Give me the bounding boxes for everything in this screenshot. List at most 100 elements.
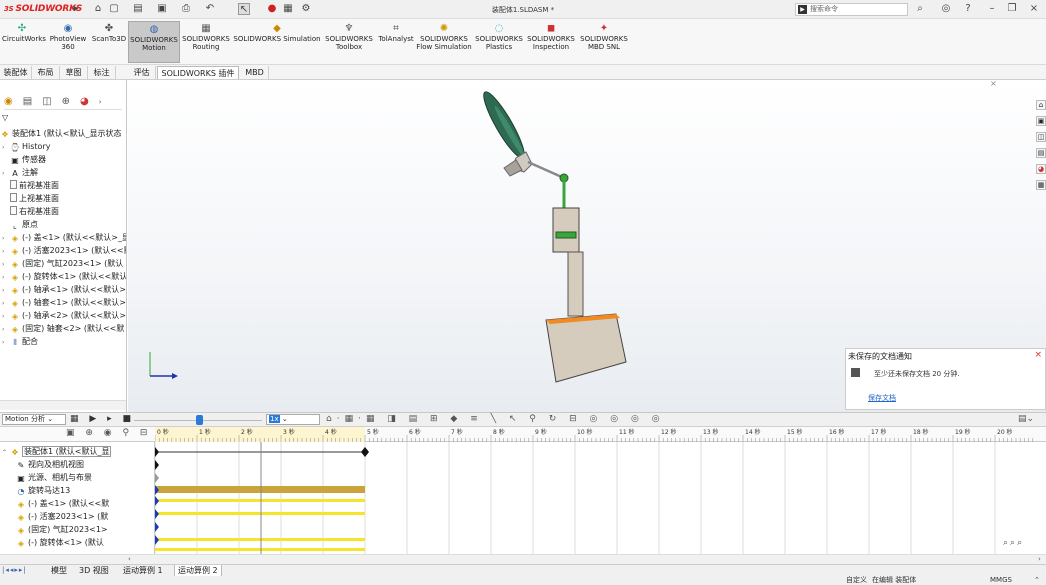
playback-controls[interactable]: ▦ ▶ ▸ ■: [70, 414, 135, 424]
flow-simulation-button[interactable]: ✺ SOLIDWORKS Flow Simulation: [416, 21, 472, 63]
design-library-icon[interactable]: ◫: [1036, 132, 1046, 142]
tree-item-part[interactable]: › ◈ (-) 轴承<1> (默认<<默认>: [2, 283, 126, 296]
motion-tree-item[interactable]: ◈ (固定) 气缸2023<1>: [16, 523, 108, 536]
appearances-icon[interactable]: ◕: [1036, 164, 1046, 174]
tree-item-part[interactable]: › ◈ (-) 旋转体<1> (默认<<默认: [2, 270, 126, 283]
tree-filter-icons[interactable]: ▣ ⊕ ◉ ⚲ ⊟: [66, 428, 151, 438]
close-icon[interactable]: ×: [1034, 350, 1042, 360]
motion-tree-item[interactable]: ✎ 视向及相机视图: [16, 458, 84, 471]
playback-slider-thumb[interactable]: [196, 415, 203, 425]
cylinder-base[interactable]: [545, 313, 627, 383]
restore-icon[interactable]: ❐: [1006, 3, 1018, 15]
mbd-snl-button[interactable]: ✦ SOLIDWORKS MBD SNL: [578, 21, 630, 63]
close-icon[interactable]: ×: [1028, 3, 1040, 15]
tree-item-right-plane[interactable]: 右视基准面: [2, 205, 59, 218]
tree-item-mates[interactable]: › ⫴ 配合: [2, 335, 38, 348]
motion-tree-item[interactable]: ◔ 旋转马达13: [16, 484, 71, 497]
motor-bar[interactable]: [155, 486, 365, 493]
tree-item-part[interactable]: › ◈ (-) 盖<1> (默认<<默认>_显: [2, 231, 126, 244]
timeline-graph[interactable]: [155, 442, 1046, 554]
solidworks-motion-button[interactable]: ◍ SOLIDWORKS Motion: [128, 21, 180, 63]
scroll-left-icon[interactable]: ‹: [128, 555, 131, 563]
key-point-icon[interactable]: [361, 447, 369, 457]
home-task-icon[interactable]: ⌂: [1036, 100, 1046, 110]
motion-tree-item[interactable]: ▣ 光源、相机与布景: [16, 471, 92, 484]
search-commands-input[interactable]: ▶ 搜索命令: [795, 3, 908, 16]
propertymanager-icon[interactable]: ▤: [23, 96, 42, 107]
tree-item-top-plane[interactable]: 上视基准面: [2, 192, 59, 205]
tab-solidworks-addins[interactable]: SOLIDWORKS 插件: [157, 66, 239, 79]
toolbox-button[interactable]: ♆ SOLIDWORKS Toolbox: [322, 21, 376, 63]
save-document-link[interactable]: 保存文档: [868, 393, 896, 403]
key-point-icon[interactable]: [155, 522, 159, 532]
tree-item-part[interactable]: › ◈ (-) 轴承<2> (默认<<默认>: [2, 309, 126, 322]
tolanalyst-button[interactable]: ⌗ TolAnalyst: [376, 21, 416, 63]
tree-item-origin[interactable]: ⌞ 原点: [2, 218, 38, 231]
motion-tree-item[interactable]: ◈ (-) 活塞2023<1> (默: [16, 510, 108, 523]
photoview-button[interactable]: ◉ PhotoView 360: [46, 21, 90, 63]
time-scale[interactable]: 0 秒 1 秒 2 秒 3 秒 4 秒 5 秒 6 秒 7 秒 8 秒 9 秒 10 秒 11 秒 12…: [155, 427, 1046, 442]
tab-navigation-icons[interactable]: |◂◂▸▸|: [2, 566, 27, 574]
horizontal-scrollbar[interactable]: [0, 400, 126, 410]
display-manager-icon[interactable]: ◕: [80, 96, 99, 107]
resources-task-icon[interactable]: ▣: [1036, 116, 1046, 126]
propeller-blade[interactable]: [478, 88, 530, 162]
key-point-icon[interactable]: [155, 496, 159, 506]
tab-assembly[interactable]: 装配体: [0, 66, 32, 79]
cylinder-shaft[interactable]: [567, 251, 584, 317]
study-type-select[interactable]: Motion 分析 ⌄: [2, 414, 66, 425]
part-bar[interactable]: [155, 538, 365, 541]
part-bar[interactable]: [155, 499, 365, 502]
tree-item-sensors[interactable]: ▣ 传感器: [2, 153, 46, 166]
tab-evaluate[interactable]: 评估: [128, 66, 156, 79]
units-select[interactable]: MMGS: [990, 576, 1012, 585]
help-icon[interactable]: ?: [962, 3, 974, 15]
part-bar[interactable]: [155, 512, 365, 515]
zoom-timeline-icons[interactable]: ⌕⌕⌕: [1003, 538, 1024, 548]
key-point-icon[interactable]: [155, 473, 159, 483]
more-tabs-icon[interactable]: ›: [99, 98, 112, 106]
dimxpert-icon[interactable]: ⊕: [62, 96, 80, 107]
motion-tree-item[interactable]: ◈ (-) 盖<1> (默认<<默: [16, 497, 109, 510]
featuremanager-icon[interactable]: ◉: [4, 96, 23, 107]
search-icon[interactable]: ⌕: [914, 3, 926, 15]
inspection-button[interactable]: ◼ SOLIDWORKS Inspection: [526, 21, 576, 63]
motion-tree-item[interactable]: ◈ (-) 旋转体<1> (默认: [16, 536, 104, 549]
filter-icon[interactable]: ▽: [2, 113, 8, 122]
tree-item-annotations[interactable]: › A 注解: [2, 166, 38, 179]
circuitworks-button[interactable]: ✣ CircuitWorks: [2, 21, 46, 63]
piston-head[interactable]: [555, 231, 577, 239]
scroll-right-icon[interactable]: ›: [1038, 555, 1041, 563]
key-point-icon[interactable]: [155, 535, 159, 545]
scanto3d-button[interactable]: ✤ ScanTo3D: [90, 21, 128, 63]
key-point-icon[interactable]: [155, 509, 159, 519]
tree-item-history[interactable]: › ⌚ History: [2, 140, 50, 153]
part-bar[interactable]: [155, 548, 365, 551]
search-scope-icon[interactable]: ▶: [798, 5, 807, 14]
tree-root[interactable]: ❖ 装配体1 (默认<默认_显示状态: [0, 127, 121, 140]
user-icon[interactable]: ◎: [940, 3, 952, 15]
simulation-button[interactable]: ◆ SOLIDWORKS Simulation: [232, 21, 322, 63]
plastics-button[interactable]: ◌ SOLIDWORKS Plastics: [474, 21, 524, 63]
key-point-icon[interactable]: [155, 460, 159, 470]
motion-tree-root[interactable]: ⌃ ❖ 装配体1 (默认<默认_显: [2, 445, 112, 458]
minimize-icon[interactable]: –: [986, 3, 998, 15]
tab-layout[interactable]: 布局: [32, 66, 60, 79]
routing-button[interactable]: ▦ SOLIDWORKS Routing: [182, 21, 230, 63]
connecting-link[interactable]: [527, 160, 565, 180]
status-menu-icon[interactable]: ⌃: [1034, 576, 1040, 585]
key-point-icon[interactable]: [155, 447, 159, 457]
tree-item-part[interactable]: › ◈ (固定) 气缸2023<1> (默认: [2, 257, 123, 270]
tree-item-front-plane[interactable]: 前视基准面: [2, 179, 59, 192]
motion-tools[interactable]: ⌂·▦·▦ ◨ ▤ ⊞ ◆ ≡ ╲ ↖ ⚲ ↻ ⊟ ◎ ◎ ◎ ◎: [326, 414, 665, 424]
tree-item-part[interactable]: › ◈ (固定) 轴套<2> (默认<<默: [2, 322, 124, 335]
tab-mbd[interactable]: MBD: [241, 66, 269, 79]
configuration-icon[interactable]: ◫: [42, 96, 61, 107]
timeline-scrollbar[interactable]: ‹ ›: [0, 554, 1046, 564]
playback-speed-select[interactable]: 1x ⌄: [266, 414, 320, 425]
tab-sketch[interactable]: 草图: [60, 66, 88, 79]
cylinder-top[interactable]: [552, 207, 580, 253]
tree-item-part[interactable]: ›◈(-) 活塞2023<1> (默认<<默认: [2, 244, 126, 257]
tree-item-part[interactable]: › ◈ (-) 轴套<1> (默认<<默认>: [2, 296, 126, 309]
tab-markup[interactable]: 标注: [88, 66, 116, 79]
